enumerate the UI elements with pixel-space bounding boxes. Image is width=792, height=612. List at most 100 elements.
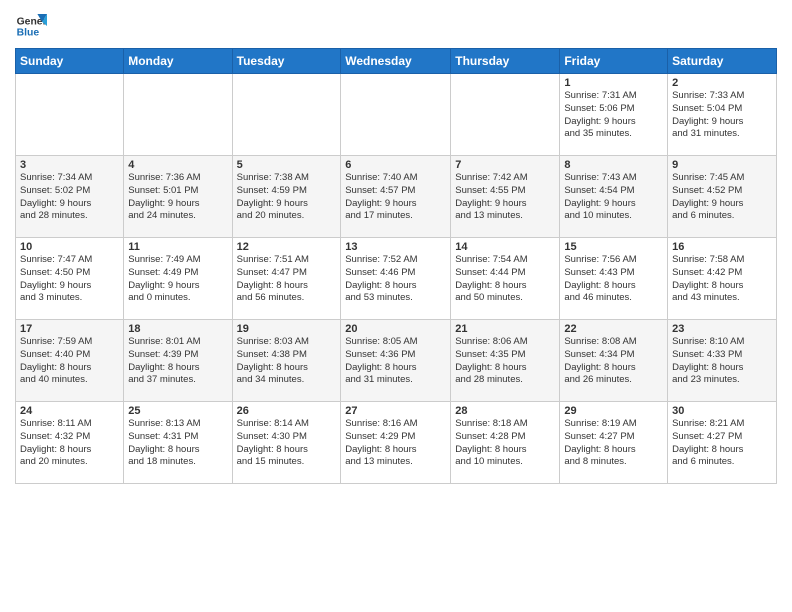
day-detail: Sunrise: 8:14 AM Sunset: 4:30 PM Dayligh… [237, 418, 337, 469]
day-number: 26 [237, 405, 337, 417]
calendar-cell [16, 74, 124, 156]
day-number: 19 [237, 323, 337, 335]
day-number: 6 [345, 159, 446, 171]
calendar-cell [124, 74, 232, 156]
day-number: 15 [564, 241, 663, 253]
day-detail: Sunrise: 8:11 AM Sunset: 4:32 PM Dayligh… [20, 418, 119, 469]
day-detail: Sunrise: 7:31 AM Sunset: 5:06 PM Dayligh… [564, 90, 663, 141]
day-detail: Sunrise: 7:47 AM Sunset: 4:50 PM Dayligh… [20, 254, 119, 305]
day-detail: Sunrise: 7:49 AM Sunset: 4:49 PM Dayligh… [128, 254, 227, 305]
day-detail: Sunrise: 8:08 AM Sunset: 4:34 PM Dayligh… [564, 336, 663, 387]
day-detail: Sunrise: 8:01 AM Sunset: 4:39 PM Dayligh… [128, 336, 227, 387]
calendar-cell: 13Sunrise: 7:52 AM Sunset: 4:46 PM Dayli… [341, 238, 451, 320]
day-detail: Sunrise: 7:51 AM Sunset: 4:47 PM Dayligh… [237, 254, 337, 305]
day-detail: Sunrise: 8:18 AM Sunset: 4:28 PM Dayligh… [455, 418, 555, 469]
day-number: 16 [672, 241, 772, 253]
day-detail: Sunrise: 7:59 AM Sunset: 4:40 PM Dayligh… [20, 336, 119, 387]
day-detail: Sunrise: 7:54 AM Sunset: 4:44 PM Dayligh… [455, 254, 555, 305]
day-number: 23 [672, 323, 772, 335]
logo: General Blue [15, 10, 47, 42]
day-header-saturday: Saturday [668, 49, 777, 74]
calendar-cell: 16Sunrise: 7:58 AM Sunset: 4:42 PM Dayli… [668, 238, 777, 320]
day-number: 1 [564, 77, 663, 89]
day-detail: Sunrise: 8:05 AM Sunset: 4:36 PM Dayligh… [345, 336, 446, 387]
day-number: 4 [128, 159, 227, 171]
day-detail: Sunrise: 7:34 AM Sunset: 5:02 PM Dayligh… [20, 172, 119, 223]
day-detail: Sunrise: 7:58 AM Sunset: 4:42 PM Dayligh… [672, 254, 772, 305]
day-header-thursday: Thursday [451, 49, 560, 74]
calendar-cell: 22Sunrise: 8:08 AM Sunset: 4:34 PM Dayli… [560, 320, 668, 402]
calendar-cell: 11Sunrise: 7:49 AM Sunset: 4:49 PM Dayli… [124, 238, 232, 320]
calendar-cell: 20Sunrise: 8:05 AM Sunset: 4:36 PM Dayli… [341, 320, 451, 402]
calendar-cell: 4Sunrise: 7:36 AM Sunset: 5:01 PM Daylig… [124, 156, 232, 238]
day-number: 29 [564, 405, 663, 417]
day-detail: Sunrise: 8:19 AM Sunset: 4:27 PM Dayligh… [564, 418, 663, 469]
day-detail: Sunrise: 7:52 AM Sunset: 4:46 PM Dayligh… [345, 254, 446, 305]
day-number: 2 [672, 77, 772, 89]
day-number: 11 [128, 241, 227, 253]
svg-text:Blue: Blue [17, 28, 40, 39]
day-header-tuesday: Tuesday [232, 49, 341, 74]
calendar-cell: 15Sunrise: 7:56 AM Sunset: 4:43 PM Dayli… [560, 238, 668, 320]
week-row-1: 3Sunrise: 7:34 AM Sunset: 5:02 PM Daylig… [16, 156, 777, 238]
calendar-cell: 23Sunrise: 8:10 AM Sunset: 4:33 PM Dayli… [668, 320, 777, 402]
calendar-cell: 7Sunrise: 7:42 AM Sunset: 4:55 PM Daylig… [451, 156, 560, 238]
day-detail: Sunrise: 8:16 AM Sunset: 4:29 PM Dayligh… [345, 418, 446, 469]
day-number: 17 [20, 323, 119, 335]
day-number: 14 [455, 241, 555, 253]
day-number: 8 [564, 159, 663, 171]
calendar-cell: 9Sunrise: 7:45 AM Sunset: 4:52 PM Daylig… [668, 156, 777, 238]
week-row-2: 10Sunrise: 7:47 AM Sunset: 4:50 PM Dayli… [16, 238, 777, 320]
day-number: 13 [345, 241, 446, 253]
calendar-cell [451, 74, 560, 156]
week-row-3: 17Sunrise: 7:59 AM Sunset: 4:40 PM Dayli… [16, 320, 777, 402]
day-detail: Sunrise: 7:33 AM Sunset: 5:04 PM Dayligh… [672, 90, 772, 141]
calendar-cell [341, 74, 451, 156]
calendar-cell: 26Sunrise: 8:14 AM Sunset: 4:30 PM Dayli… [232, 402, 341, 484]
calendar-cell: 27Sunrise: 8:16 AM Sunset: 4:29 PM Dayli… [341, 402, 451, 484]
day-number: 10 [20, 241, 119, 253]
day-number: 20 [345, 323, 446, 335]
day-detail: Sunrise: 8:13 AM Sunset: 4:31 PM Dayligh… [128, 418, 227, 469]
calendar-cell: 21Sunrise: 8:06 AM Sunset: 4:35 PM Dayli… [451, 320, 560, 402]
day-number: 7 [455, 159, 555, 171]
day-number: 3 [20, 159, 119, 171]
day-detail: Sunrise: 7:38 AM Sunset: 4:59 PM Dayligh… [237, 172, 337, 223]
calendar-cell: 28Sunrise: 8:18 AM Sunset: 4:28 PM Dayli… [451, 402, 560, 484]
calendar-cell: 10Sunrise: 7:47 AM Sunset: 4:50 PM Dayli… [16, 238, 124, 320]
calendar-table: SundayMondayTuesdayWednesdayThursdayFrid… [15, 48, 777, 484]
day-header-sunday: Sunday [16, 49, 124, 74]
day-header-friday: Friday [560, 49, 668, 74]
calendar-cell: 19Sunrise: 8:03 AM Sunset: 4:38 PM Dayli… [232, 320, 341, 402]
header: General Blue [15, 10, 777, 42]
day-number: 25 [128, 405, 227, 417]
day-detail: Sunrise: 7:56 AM Sunset: 4:43 PM Dayligh… [564, 254, 663, 305]
calendar-cell [232, 74, 341, 156]
calendar-header-row: SundayMondayTuesdayWednesdayThursdayFrid… [16, 49, 777, 74]
day-number: 9 [672, 159, 772, 171]
day-detail: Sunrise: 7:36 AM Sunset: 5:01 PM Dayligh… [128, 172, 227, 223]
day-number: 21 [455, 323, 555, 335]
day-detail: Sunrise: 8:03 AM Sunset: 4:38 PM Dayligh… [237, 336, 337, 387]
calendar-cell: 3Sunrise: 7:34 AM Sunset: 5:02 PM Daylig… [16, 156, 124, 238]
day-detail: Sunrise: 8:21 AM Sunset: 4:27 PM Dayligh… [672, 418, 772, 469]
calendar-cell: 6Sunrise: 7:40 AM Sunset: 4:57 PM Daylig… [341, 156, 451, 238]
day-detail: Sunrise: 7:43 AM Sunset: 4:54 PM Dayligh… [564, 172, 663, 223]
calendar-cell: 14Sunrise: 7:54 AM Sunset: 4:44 PM Dayli… [451, 238, 560, 320]
day-number: 5 [237, 159, 337, 171]
day-number: 22 [564, 323, 663, 335]
calendar-cell: 1Sunrise: 7:31 AM Sunset: 5:06 PM Daylig… [560, 74, 668, 156]
calendar-cell: 25Sunrise: 8:13 AM Sunset: 4:31 PM Dayli… [124, 402, 232, 484]
day-detail: Sunrise: 7:45 AM Sunset: 4:52 PM Dayligh… [672, 172, 772, 223]
day-detail: Sunrise: 8:06 AM Sunset: 4:35 PM Dayligh… [455, 336, 555, 387]
calendar-cell: 2Sunrise: 7:33 AM Sunset: 5:04 PM Daylig… [668, 74, 777, 156]
calendar-cell: 17Sunrise: 7:59 AM Sunset: 4:40 PM Dayli… [16, 320, 124, 402]
calendar-cell: 30Sunrise: 8:21 AM Sunset: 4:27 PM Dayli… [668, 402, 777, 484]
calendar-cell: 12Sunrise: 7:51 AM Sunset: 4:47 PM Dayli… [232, 238, 341, 320]
day-header-wednesday: Wednesday [341, 49, 451, 74]
calendar-cell: 5Sunrise: 7:38 AM Sunset: 4:59 PM Daylig… [232, 156, 341, 238]
calendar-cell: 29Sunrise: 8:19 AM Sunset: 4:27 PM Dayli… [560, 402, 668, 484]
day-detail: Sunrise: 7:40 AM Sunset: 4:57 PM Dayligh… [345, 172, 446, 223]
day-number: 12 [237, 241, 337, 253]
day-number: 28 [455, 405, 555, 417]
